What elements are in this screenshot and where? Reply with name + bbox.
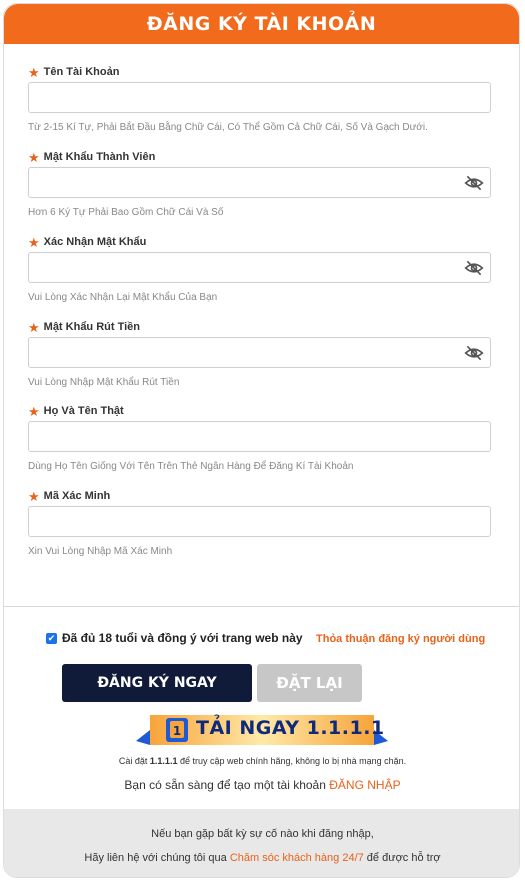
register-card: ĐĂNG KÝ TÀI KHOẢN ★ Tên Tài Khoản Từ 2-15… — [3, 3, 520, 878]
customer-care-link[interactable]: Chăm sóc khách hàng 24/7 — [230, 852, 364, 864]
captcha-field-group: ★ Mã Xác Minh Xin Vui Lòng Nhập Mã Xác Mi… — [28, 488, 491, 557]
page-title: ĐĂNG KÝ TÀI KHOẢN — [4, 4, 519, 44]
eye-slash-icon[interactable] — [464, 174, 484, 192]
required-star-icon: ★ — [28, 403, 40, 419]
username-hint: Từ 2-15 Kí Tự, Phải Bắt Đầu Bằng Chữ Cái… — [28, 122, 428, 133]
confirm-password-input-box[interactable] — [28, 252, 491, 283]
required-star-icon: ★ — [28, 319, 40, 335]
age-agreement[interactable]: ✔ Đã đủ 18 tuổi và đồng ý với trang web … — [46, 631, 303, 645]
banner-text: TẢI NGAY 1.1.1.1 — [196, 717, 385, 739]
divider — [4, 606, 519, 607]
register-form: ★ Tên Tài Khoản Từ 2-15 Kí Tự, Phải Bắt Đ… — [4, 44, 519, 604]
agreement-checkbox[interactable]: ✔ — [46, 632, 57, 644]
username-label: Tên Tài Khoản — [43, 66, 120, 78]
withdraw-password-input[interactable] — [29, 338, 490, 367]
withdraw-password-input-box[interactable] — [28, 337, 491, 368]
terms-link[interactable]: Thỏa thuận đăng ký người dùng — [316, 633, 485, 645]
username-field-group: ★ Tên Tài Khoản Từ 2-15 Kí Tự, Phải Bắt Đ… — [28, 64, 491, 133]
fullname-hint: Dùng Họ Tên Giống Với Tên Trên Thẻ Ngân … — [28, 461, 354, 472]
signin-prompt: Bạn có sẵn sàng để tạo một tài khoản ĐĂN… — [124, 778, 401, 792]
password-input[interactable] — [29, 168, 490, 197]
confirm-password-hint: Vui Lòng Xác Nhận Lại Mật Khẩu Của Bạn — [28, 292, 218, 303]
required-star-icon: ★ — [28, 149, 40, 165]
eye-slash-icon[interactable] — [464, 259, 484, 277]
confirm-password-label: Xác Nhận Mật Khẩu — [43, 236, 147, 248]
withdraw-password-hint: Vui Lòng Nhập Mật Khẩu Rút Tiền — [28, 377, 180, 388]
footer-line1: Nếu bạn gặp bất kỳ sự cố nào khi đăng nh… — [151, 828, 374, 840]
install-note: Cài đặt 1.1.1.1 để truy cập web chính hã… — [118, 756, 407, 766]
captcha-input-box[interactable] — [28, 506, 491, 537]
username-input-box[interactable] — [28, 82, 491, 113]
required-star-icon: ★ — [28, 488, 40, 504]
confirm-password-input[interactable] — [29, 253, 490, 282]
eye-slash-icon[interactable] — [464, 344, 484, 362]
download-1111-banner[interactable]: 1 TẢI NGAY 1.1.1.1 — [132, 711, 392, 749]
password-field-group: ★ Mật Khẩu Thành Viên Hơn 6 Ký Tự Phải Ba… — [28, 149, 491, 218]
support-footer: Nếu bạn gặp bất kỳ sự cố nào khi đăng nh… — [4, 809, 519, 877]
banner-logo: 1 — [173, 724, 181, 738]
fullname-label: Họ Và Tên Thật — [43, 405, 124, 417]
fullname-input[interactable] — [29, 422, 490, 451]
footer-line2: Hãy liên hệ với chúng tôi qua Chăm sóc k… — [84, 852, 441, 864]
agreement-text: Đã đủ 18 tuổi và đồng ý với trang web nà… — [62, 631, 303, 645]
register-button[interactable]: ĐĂNG KÝ NGAY — [62, 664, 252, 702]
withdraw-password-field-group: ★ Mật Khẩu Rút Tiền Vui Lòng Nhập Mật Khẩ… — [28, 319, 491, 388]
password-input-box[interactable] — [28, 167, 491, 198]
password-label: Mật Khẩu Thành Viên — [43, 151, 156, 163]
captcha-label: Mã Xác Minh — [43, 490, 111, 502]
login-link[interactable]: ĐĂNG NHẬP — [329, 778, 400, 792]
captcha-input[interactable] — [29, 507, 490, 536]
required-star-icon: ★ — [28, 234, 40, 250]
confirm-password-field-group: ★ Xác Nhận Mật Khẩu Vui Lòng Xác Nhận Lại… — [28, 234, 491, 303]
fullname-field-group: ★ Họ Và Tên Thật Dùng Họ Tên Giống Với Tê… — [28, 403, 491, 472]
withdraw-password-label: Mật Khẩu Rút Tiền — [43, 321, 141, 333]
captcha-hint: Xin Vui Lòng Nhập Mã Xác Minh — [28, 546, 173, 557]
install-note-app: 1.1.1.1 — [149, 756, 178, 766]
fullname-input-box[interactable] — [28, 421, 491, 452]
required-star-icon: ★ — [28, 64, 40, 80]
username-input[interactable] — [29, 83, 490, 112]
password-hint: Hơn 6 Ký Tự Phải Bao Gồm Chữ Cái Và Số — [28, 207, 224, 218]
reset-button[interactable]: ĐẶT LẠI — [257, 664, 362, 702]
